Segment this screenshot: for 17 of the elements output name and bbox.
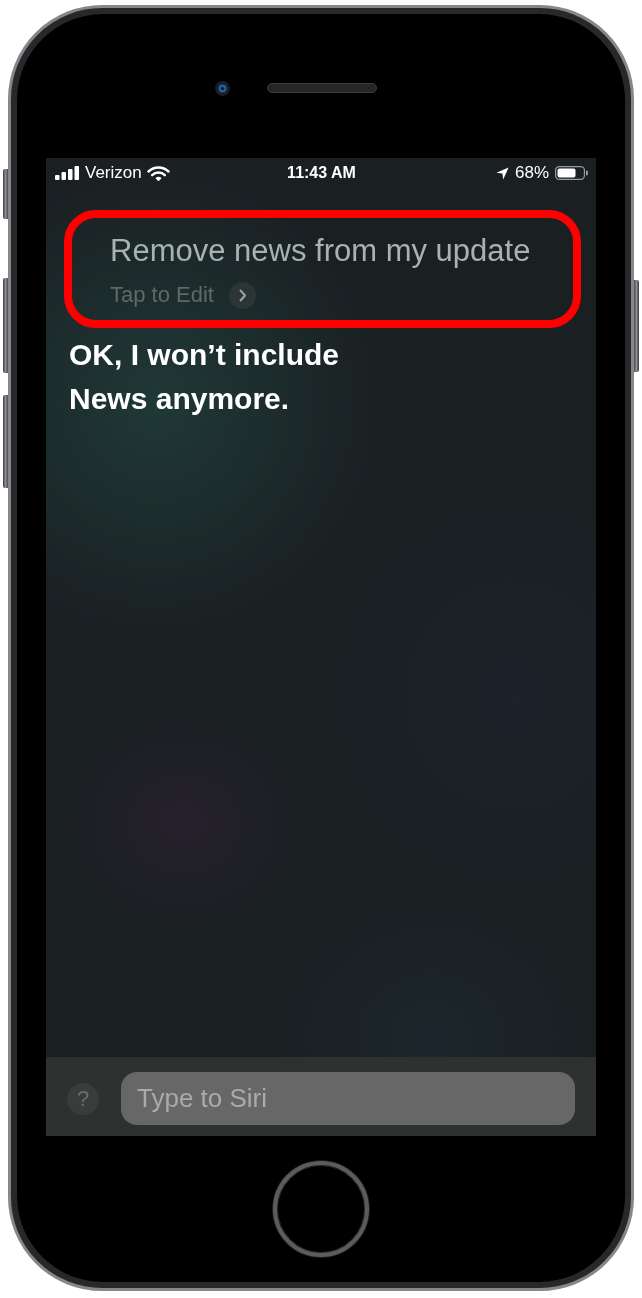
help-button[interactable]: ? — [67, 1082, 99, 1115]
status-time: 11:43 AM — [287, 164, 356, 182]
front-camera-icon — [215, 80, 230, 96]
side-button[interactable] — [634, 280, 639, 372]
siri-input-field[interactable]: Type to Siri — [121, 1072, 575, 1125]
wifi-icon — [146, 164, 170, 182]
battery-percentage: 68% — [514, 163, 549, 183]
tap-to-edit-button[interactable]: Tap to Edit — [110, 281, 256, 309]
siri-response: OK, I won’t include News anymore. — [69, 336, 340, 417]
side-button[interactable] — [3, 278, 8, 373]
side-button[interactable] — [3, 169, 8, 219]
carrier-name: Verizon — [85, 163, 142, 183]
battery-icon — [555, 166, 588, 180]
query-text: Remove news from my update — [110, 233, 532, 269]
signal-bars-icon — [55, 166, 79, 180]
chevron-icon — [228, 281, 256, 309]
side-button[interactable] — [3, 395, 8, 488]
